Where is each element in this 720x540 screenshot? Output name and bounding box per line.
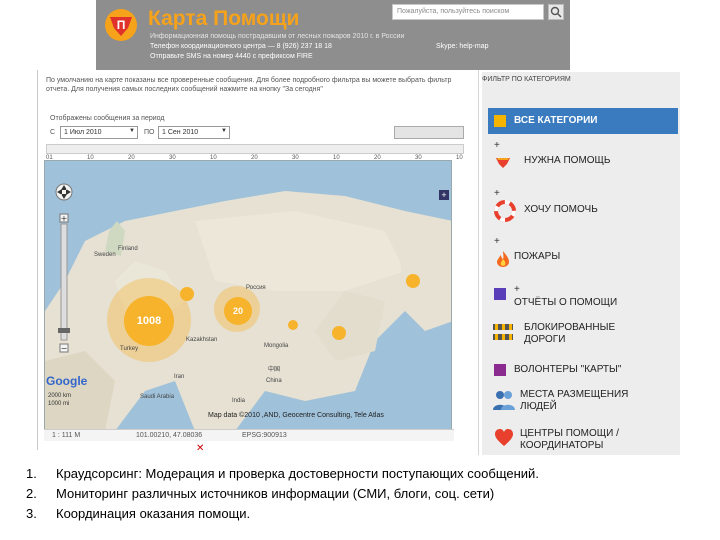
- purple-square-icon: [494, 364, 506, 376]
- category-help-centers-line1: ЦЕНТРЫ ПОМОЩИ /: [520, 428, 619, 439]
- all-categories-label: ВСЕ КАТЕГОРИИ: [514, 115, 598, 126]
- apply-filter-button[interactable]: [394, 126, 464, 139]
- from-label: С: [50, 129, 56, 136]
- chevron-down-icon: ▼: [129, 128, 135, 134]
- timeline-slider[interactable]: [46, 144, 464, 154]
- map-attribution: Map data ©2010 ,AND, Geocentre Consultin…: [208, 412, 384, 419]
- roadblock-icon: [493, 324, 513, 340]
- zoom-scale: 1 : 111 M: [52, 432, 81, 439]
- category-need-help[interactable]: НУЖНА ПОМОЩЬ: [524, 155, 611, 167]
- map-scale: 2000 km 1000 mi: [48, 392, 71, 408]
- scale-km: 2000 km: [48, 393, 72, 399]
- svg-text:П: П: [117, 18, 126, 32]
- expand-icon[interactable]: +: [494, 236, 500, 247]
- map-label-kazakhstan: Kazakhstan: [186, 337, 218, 343]
- category-blocked-roads[interactable]: БЛОКИРОВАННЫЕ ДОРОГИ: [524, 322, 615, 346]
- expand-icon[interactable]: +: [494, 140, 500, 151]
- to-date-select[interactable]: 1 Сен 2010 ▼: [158, 126, 230, 139]
- svg-text:+: +: [61, 214, 68, 223]
- category-all[interactable]: ВСЕ КАТЕГОРИИ: [488, 108, 678, 134]
- close-icon[interactable]: ✕: [196, 443, 204, 454]
- search-button[interactable]: [548, 4, 564, 20]
- map-instructions: По умолчанию на карте показаны все прове…: [46, 77, 452, 93]
- site-title[interactable]: Карта Помощи: [148, 7, 299, 31]
- svg-text:−: −: [61, 344, 68, 353]
- category-shelters[interactable]: МЕСТА РАЗМЕЩЕНИЯ ЛЮДЕЙ: [520, 389, 628, 413]
- logo-icon[interactable]: П: [104, 8, 138, 42]
- list-item: 3. Координация оказания помощи.: [26, 506, 251, 521]
- sms-line: Отправьте SMS на номер 4440 с префиксом …: [150, 53, 313, 60]
- site-header: П Карта Помощи Информационная помощь пос…: [96, 0, 570, 70]
- list-item: 1. Краудсорсинг: Модерация и проверка дос…: [26, 466, 539, 481]
- map-label-finland: Finland: [118, 246, 138, 252]
- category-blocked-roads-line1: БЛОКИРОВАННЫЕ: [524, 322, 616, 333]
- report-marker[interactable]: [180, 287, 194, 301]
- summary-list: 1. Краудсорсинг: Модерация и проверка дос…: [26, 464, 539, 524]
- expand-icon[interactable]: +: [494, 188, 500, 199]
- people-icon: [493, 391, 515, 410]
- expand-icon[interactable]: +: [514, 284, 520, 295]
- filter-title: ФИЛЬТР ПО КАТЕГОРИЯМ: [482, 76, 571, 83]
- google-logo[interactable]: Google: [46, 374, 87, 388]
- map-label-russia: Россия: [246, 285, 266, 291]
- cursor-position: 101.00210, 47.08036: [136, 432, 203, 439]
- from-date-select[interactable]: 1 Июл 2010 ▼: [60, 126, 138, 139]
- report-cluster[interactable]: 1008: [124, 296, 174, 346]
- map-label-china: China: [266, 378, 282, 384]
- purple-square-icon: [494, 288, 506, 300]
- report-marker[interactable]: [332, 326, 346, 340]
- lifebuoy-icon: [494, 200, 516, 222]
- scale-mi: 1000 mi: [48, 401, 70, 407]
- google-logo-text: Google: [46, 374, 88, 388]
- map-zoom-control[interactable]: + −: [54, 180, 74, 360]
- projection: EPSG:900913: [242, 432, 287, 439]
- category-shelters-line2: ЛЮДЕЙ: [520, 401, 557, 412]
- content-border: [37, 70, 38, 450]
- category-help-centers-line2: КООРДИНАТОРЫ: [520, 440, 604, 451]
- site-subtitle: Информационная помощь пострадавшим от ле…: [150, 33, 405, 40]
- map-label-sweden: Sweden: [94, 252, 116, 258]
- fire-icon: [497, 251, 509, 267]
- search-icon: [550, 6, 562, 18]
- timeline-tick: 10: [456, 155, 463, 161]
- map-label-saudi-arabia: Saudi Arabia: [140, 394, 175, 400]
- chevron-down-icon: ▼: [221, 128, 227, 134]
- map-status-bar: 1 : 111 M 101.00210, 47.08036 EPSG:90091…: [44, 429, 454, 441]
- map-label-turkey: Turkey: [120, 346, 139, 352]
- skype-line: Skype: help-map: [436, 43, 489, 50]
- search-input[interactable]: Пожалуйста, пользуйтесь поиском: [392, 4, 544, 20]
- category-volunteers[interactable]: ВОЛОНТЕРЫ "КАРТЫ": [514, 364, 621, 376]
- map-label-china-zh: 中国: [268, 367, 281, 373]
- report-marker[interactable]: [406, 274, 420, 288]
- category-blocked-roads-line2: ДОРОГИ: [524, 334, 566, 345]
- heart-hand-icon: [496, 158, 510, 168]
- category-shelters-line1: МЕСТА РАЗМЕЩЕНИЯ: [520, 389, 629, 400]
- phone-line: Телефон координационного центра — 8 (926…: [150, 43, 332, 50]
- category-fires[interactable]: ПОЖАРЫ: [514, 251, 560, 263]
- to-label: ПО: [144, 129, 155, 136]
- map-label-mongolia: Mongolia: [264, 343, 289, 349]
- from-date-value: 1 Июл 2010: [64, 129, 102, 136]
- report-cluster[interactable]: 20: [224, 297, 252, 325]
- list-item: 2. Мониторинг различных источников информ…: [26, 486, 495, 501]
- category-want-help[interactable]: ХОЧУ ПОМОЧЬ: [524, 204, 598, 216]
- map-label-india: India: [232, 398, 246, 404]
- all-categories-icon: [494, 115, 506, 127]
- category-help-centers[interactable]: ЦЕНТРЫ ПОМОЩИ / КООРДИНАТОРЫ: [520, 428, 619, 452]
- map-label-iran: Iran: [174, 374, 185, 380]
- heart-icon: [495, 429, 513, 446]
- content-divider: [478, 70, 479, 455]
- layer-switcher-button[interactable]: +: [439, 190, 449, 200]
- report-marker[interactable]: [288, 320, 298, 330]
- period-label: Отображены сообщения за период: [50, 115, 165, 122]
- category-help-reports[interactable]: ОТЧЁТЫ О ПОМОЩИ: [514, 297, 617, 309]
- to-date-value: 1 Сен 2010: [162, 129, 199, 136]
